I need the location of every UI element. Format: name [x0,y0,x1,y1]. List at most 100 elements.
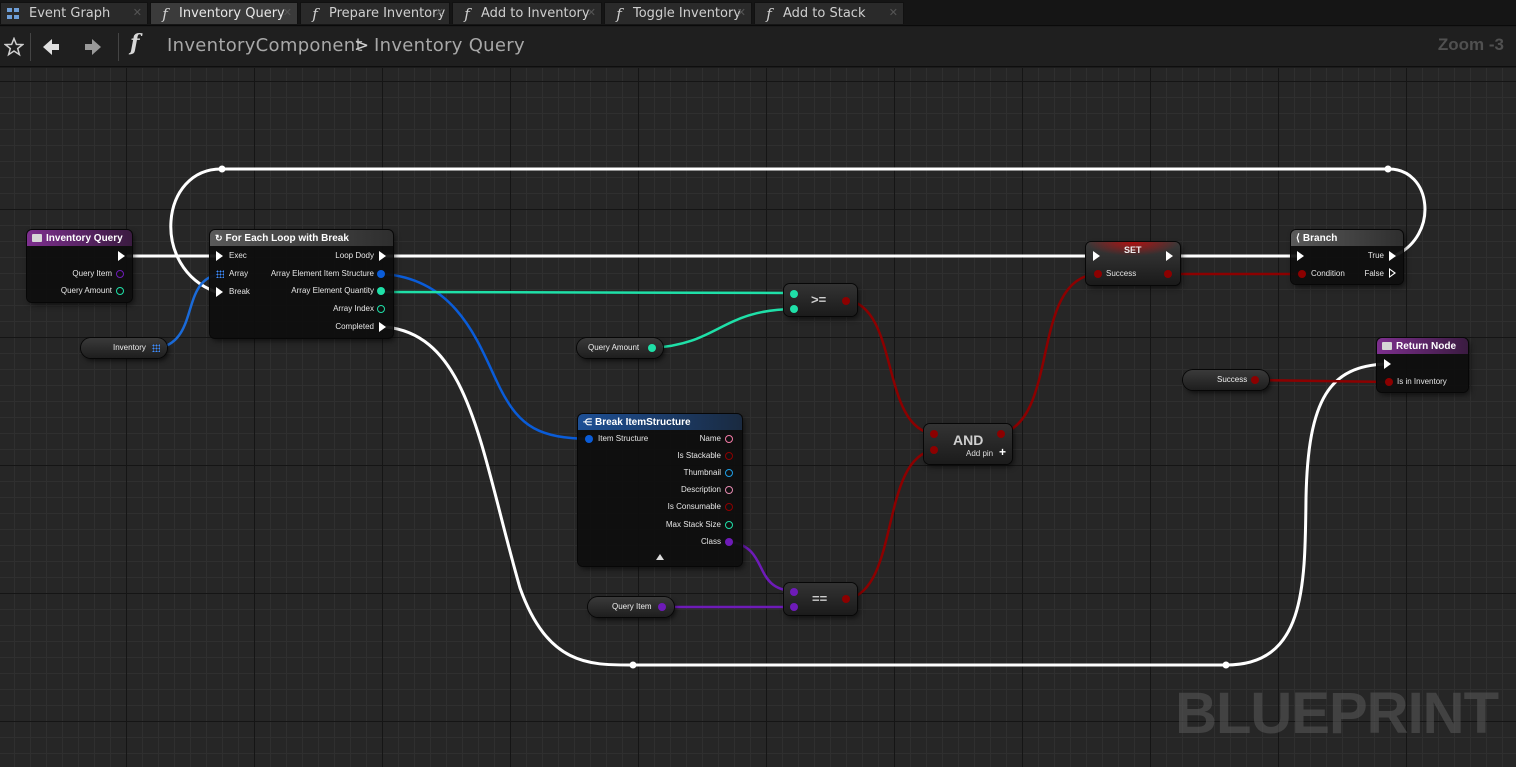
node-title: Return Node [1396,340,1456,352]
forward-arrow-icon[interactable] [80,33,106,61]
function-icon: f [616,4,622,23]
thumbnail-pin[interactable] [725,469,733,477]
array-index-pin[interactable] [377,305,385,313]
pin-label: Completed [335,322,374,331]
exec-out-pin[interactable] [1166,251,1173,261]
return-node[interactable]: Return Node Is in Inventory [1377,338,1468,392]
b-pin[interactable] [790,603,798,611]
exec-in-pin[interactable] [1297,251,1304,261]
variable-label: Success [1217,375,1248,384]
equal-node[interactable]: == [784,583,857,615]
close-icon[interactable]: ✕ [889,6,898,19]
tab-event-graph[interactable]: Event Graph ✕ [0,2,148,24]
close-icon[interactable]: ✕ [587,6,596,19]
function-icon: f [464,4,470,23]
tab-add-to-stack[interactable]: f Add to Stack ✕ [754,2,904,24]
class-pin[interactable] [725,538,733,546]
close-icon[interactable]: ✕ [133,6,142,19]
output-pin[interactable] [648,344,656,352]
tab-label: Add to Stack [783,6,866,21]
operator-label: == [812,591,828,606]
is-consumable-pin[interactable] [725,503,733,511]
tab-label: Toggle Inventory [633,6,742,21]
quantity-pin[interactable] [377,287,385,295]
result-pin[interactable] [997,430,1005,438]
exec-in-pin[interactable] [216,251,223,261]
close-icon[interactable]: ✕ [435,6,444,19]
plus-icon[interactable]: + [999,445,1006,459]
pin-label: Name [699,434,721,443]
pin-label: Exec [229,251,247,260]
node-title: SET [1124,245,1142,255]
a-pin[interactable] [790,588,798,596]
item-structure-pin[interactable] [377,270,385,278]
operator-label: AND [953,432,984,448]
array-pin-icon[interactable] [216,270,224,278]
output-pin[interactable] [658,603,666,611]
node-title: Branch [1302,232,1338,244]
pin-label: Array Element Quantity [291,286,374,295]
tab-label: Inventory Query [179,6,285,21]
pin-label: Loop Dody [335,251,374,260]
tab-inventory-query[interactable]: f Inventory Query ✕ [150,2,298,24]
a-pin[interactable] [930,430,938,438]
is-stackable-pin[interactable] [725,452,733,460]
greater-equal-node[interactable]: >= [784,284,857,316]
entry-node[interactable]: Inventory Query Query Item Query Amount [27,230,132,302]
a-pin[interactable] [790,290,798,298]
max-stack-size-pin[interactable] [725,521,733,529]
success-in-pin[interactable] [1094,270,1102,278]
name-pin[interactable] [725,435,733,443]
break-item-structure-node[interactable]: ⋲ Break ItemStructure Item Structure Name… [578,414,742,566]
blueprint-watermark: BLUEPRINT [1175,681,1499,746]
success-out-pin[interactable] [1164,270,1172,278]
is-in-inventory-pin[interactable] [1385,378,1393,386]
break-exec-pin[interactable] [216,287,223,297]
tab-toggle-inventory[interactable]: f Toggle Inventory ✕ [604,2,752,24]
true-exec-pin[interactable] [1389,251,1396,261]
and-node[interactable]: AND Add pin + [924,424,1012,464]
branch-node[interactable]: ⟨ Branch Condition True False [1291,230,1403,284]
hollow-exec-fill [1390,270,1394,276]
collapse-arrow-icon[interactable] [656,554,664,560]
pin-label: True [1367,251,1384,260]
query-item-pin[interactable] [116,270,124,278]
inventory-variable-node[interactable]: Inventory [81,338,167,358]
breadcrumb-current: Inventory Query [374,35,525,56]
foreach-loop-node[interactable]: ↻ For Each Loop with Break Exec Array Bre… [210,230,393,338]
back-arrow-icon[interactable] [38,33,64,61]
loop-icon: ↻ [215,232,223,243]
b-pin[interactable] [930,446,938,454]
description-pin[interactable] [725,486,733,494]
result-pin[interactable] [842,297,850,305]
tab-label: Add to Inventory [481,6,590,21]
exec-in-pin[interactable] [1093,251,1100,261]
completed-exec-pin[interactable] [379,322,386,332]
close-icon[interactable]: ✕ [737,6,746,19]
exec-in-pin[interactable] [1384,359,1391,369]
pin-label: Array Element Item Structure [270,269,374,278]
loop-body-exec-pin[interactable] [379,251,386,261]
b-pin[interactable] [790,305,798,313]
pin-label: Array [229,269,249,278]
query-item-variable-node[interactable]: Query Item [588,597,674,617]
set-node[interactable]: SET Success [1086,242,1180,285]
close-icon[interactable]: ✕ [283,6,292,19]
query-amount-variable-node[interactable]: Query Amount [577,338,663,358]
graph-canvas[interactable]: Inventory Query Query Item Query Amount … [0,68,1516,767]
favorite-star-icon[interactable] [1,33,27,61]
pin-label: Is Consumable [667,502,721,511]
tab-add-to-inventory[interactable]: f Add to Inventory ✕ [452,2,602,24]
item-structure-in-pin[interactable] [585,435,593,443]
pin-label: Is Stackable [677,451,721,460]
success-variable-node[interactable]: Success [1183,370,1269,390]
query-amount-pin[interactable] [116,287,124,295]
condition-pin[interactable] [1298,270,1306,278]
return-icon [1382,342,1392,350]
breadcrumb-parent[interactable]: InventoryComponent [167,35,363,56]
output-pin[interactable] [1251,376,1259,384]
tab-prepare-inventory[interactable]: f Prepare Inventory ✕ [300,2,450,24]
array-pin-icon[interactable] [152,344,160,352]
result-pin[interactable] [842,595,850,603]
exec-out-pin[interactable] [118,251,125,261]
